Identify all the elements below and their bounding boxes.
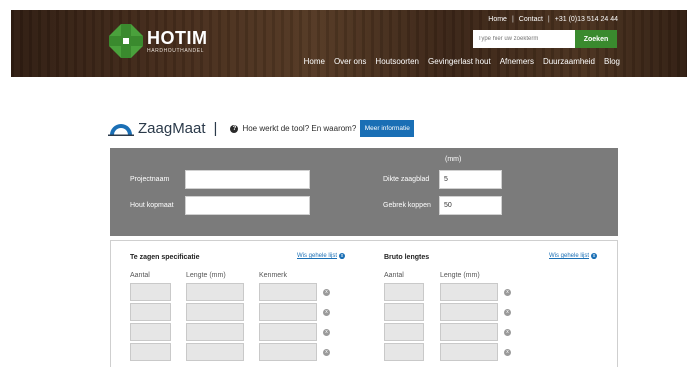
page-title: ZaagMaat [138, 120, 206, 137]
delete-row-icon[interactable]: x [504, 329, 511, 336]
nav-item-gevingerlast-hout[interactable]: Gevingerlast hout [428, 57, 491, 66]
title-separator: | [213, 120, 218, 137]
logo-subtitle: HARDHOUTHANDEL [147, 47, 205, 54]
nav-item-houtsoorten[interactable]: Houtsoorten [375, 57, 419, 66]
spec-col-kenmerk: Kenmerk [259, 272, 288, 279]
spec-clear-text: Wis gehele lijst [297, 253, 338, 259]
bruto-clear-text: Wis gehele lijst [549, 253, 590, 259]
bruto-aantal-input[interactable] [384, 323, 424, 341]
spec-lengte-input[interactable] [186, 303, 244, 321]
nav-item-blog[interactable]: Blog [604, 57, 620, 66]
lists-panel: Te zagen specificatie Wis gehele lijst x… [110, 240, 618, 367]
gebrek-koppen-input[interactable]: 50 [439, 196, 502, 215]
delete-row-icon[interactable]: x [504, 309, 511, 316]
tool-title-row: ZaagMaat | ? Hoe werkt de tool? En waaro… [108, 120, 415, 137]
more-info-button[interactable]: Meer informatie [360, 120, 415, 137]
search-bar: Zoeken [473, 30, 617, 48]
help-text: Hoe werkt de tool? En waarom? [242, 124, 357, 133]
logo-mark-icon [109, 24, 143, 58]
bruto-lengte-input[interactable] [440, 343, 498, 361]
unit-label: (mm) [445, 156, 462, 163]
dikte-zaagblad-input[interactable]: 5 [439, 170, 502, 189]
question-icon: ? [230, 124, 239, 133]
kopmaat-input[interactable] [185, 196, 310, 215]
project-name-input[interactable] [185, 170, 310, 189]
spec-aantal-input[interactable] [130, 303, 171, 321]
bruto-lengte-input[interactable] [440, 323, 498, 341]
logo[interactable]: HOTIM HARDHOUTHANDEL [109, 24, 208, 58]
bruto-clear-link[interactable]: Wis gehele lijst x [549, 253, 598, 259]
help-link[interactable]: ? Hoe werkt de tool? En waarom? [230, 124, 356, 133]
nav-item-over-ons[interactable]: Over ons [334, 57, 366, 66]
spec-kenmerk-input[interactable] [259, 343, 317, 361]
site-header: HOTIM HARDHOUTHANDEL Home | Contact | +3… [11, 10, 687, 77]
top-link-phone[interactable]: +31 (0)13 514 24 44 [555, 16, 618, 23]
dikte-label: Dikte zaagblad [383, 176, 430, 183]
top-link-separator: | [547, 16, 550, 23]
spec-aantal-input[interactable] [130, 343, 171, 361]
settings-panel: (mm) Projectnaam Hout kopmaat Dikte zaag… [110, 148, 618, 236]
clear-icon: x [591, 253, 598, 259]
delete-row-icon[interactable]: x [323, 349, 330, 356]
spec-kenmerk-input[interactable] [259, 283, 317, 301]
logo-name: HOTIM [147, 27, 208, 48]
page: HOTIM HARDHOUTHANDEL Home | Contact | +3… [0, 0, 700, 367]
spec-lengte-input[interactable] [186, 323, 244, 341]
project-label: Projectnaam [130, 176, 170, 183]
delete-row-icon[interactable]: x [323, 309, 330, 316]
spec-title: Te zagen specificatie [130, 254, 200, 261]
clear-icon: x [339, 253, 346, 259]
spec-aantal-input[interactable] [130, 323, 171, 341]
delete-row-icon[interactable]: x [323, 289, 330, 296]
spec-col-lengte: Lengte (mm) [186, 272, 226, 279]
bruto-aantal-input[interactable] [384, 303, 424, 321]
spec-col-aantal: Aantal [130, 272, 150, 279]
kopmaat-label: Hout kopmaat [130, 202, 174, 209]
nav-item-duurzaamheid[interactable]: Duurzaamheid [543, 57, 595, 66]
bruto-aantal-input[interactable] [384, 343, 424, 361]
top-link-separator: | [511, 16, 514, 23]
bruto-lengte-input[interactable] [440, 283, 498, 301]
spec-lengte-input[interactable] [186, 343, 244, 361]
nav-item-afnemers[interactable]: Afnemers [500, 57, 534, 66]
main-nav: Home Over ons Houtsoorten Gevingerlast h… [304, 57, 620, 66]
top-link-contact[interactable]: Contact [519, 16, 543, 23]
top-link-home[interactable]: Home [488, 16, 507, 23]
bruto-title: Bruto lengtes [384, 254, 430, 261]
spec-clear-link[interactable]: Wis gehele lijst x [297, 253, 346, 259]
bruto-lengte-input[interactable] [440, 303, 498, 321]
delete-row-icon[interactable]: x [504, 349, 511, 356]
spec-kenmerk-input[interactable] [259, 303, 317, 321]
top-links: Home | Contact | +31 (0)13 514 24 44 [488, 16, 618, 23]
bruto-aantal-input[interactable] [384, 283, 424, 301]
spec-aantal-input[interactable] [130, 283, 171, 301]
saw-blade-icon [108, 123, 134, 136]
gebrek-label: Gebrek koppen [383, 202, 431, 209]
search-button[interactable]: Zoeken [575, 30, 617, 48]
delete-row-icon[interactable]: x [323, 329, 330, 336]
delete-row-icon[interactable]: x [504, 289, 511, 296]
spec-lengte-input[interactable] [186, 283, 244, 301]
search-input[interactable] [473, 30, 575, 48]
nav-item-home[interactable]: Home [304, 57, 325, 66]
bruto-col-lengte: Lengte (mm) [440, 272, 480, 279]
bruto-col-aantal: Aantal [384, 272, 404, 279]
spec-kenmerk-input[interactable] [259, 323, 317, 341]
